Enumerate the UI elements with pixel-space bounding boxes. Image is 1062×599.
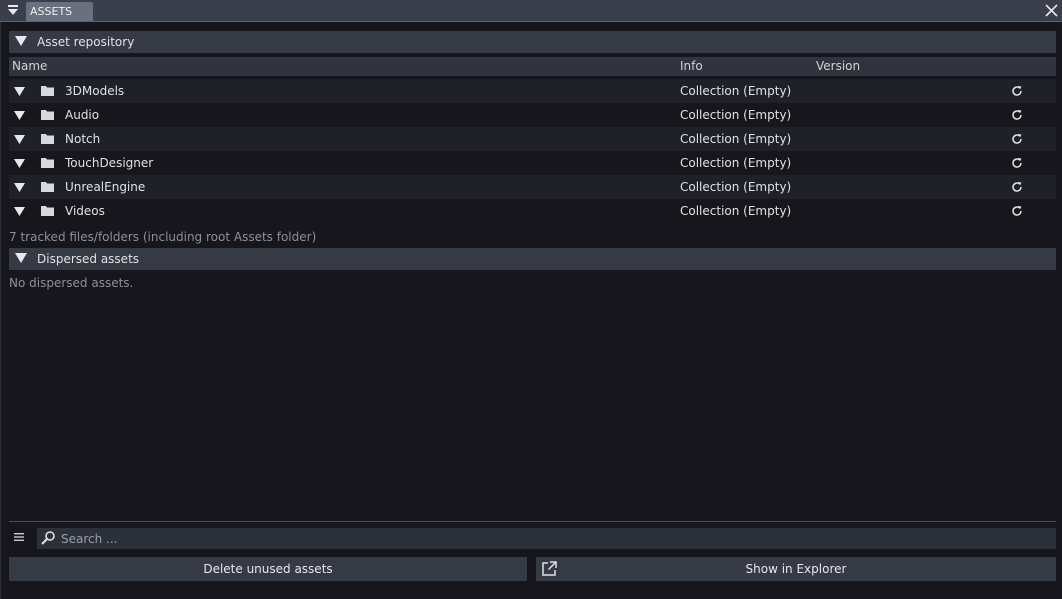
tracked-count: 7 tracked files/folders (including root … [9, 230, 317, 244]
folder-icon [41, 86, 54, 96]
refresh-icon[interactable] [1011, 181, 1023, 193]
expand-triangle-icon[interactable] [14, 183, 25, 192]
refresh-icon[interactable] [1011, 133, 1023, 145]
dispersed-empty-text: No dispersed assets. [9, 276, 134, 290]
expand-triangle-icon[interactable] [14, 135, 25, 144]
expand-triangle-icon[interactable] [14, 87, 25, 96]
asset-name: Notch [65, 132, 101, 146]
search-input[interactable] [61, 528, 1051, 549]
bottom-divider [9, 521, 1056, 522]
delete-unused-assets-button[interactable]: Delete unused assets [9, 557, 527, 581]
panel-titlebar [0, 0, 1062, 21]
search-bar[interactable] [37, 528, 1056, 549]
refresh-icon[interactable] [1011, 205, 1023, 217]
expand-triangle-icon[interactable] [14, 159, 25, 168]
asset-info: Collection (Empty) [680, 156, 792, 170]
folder-icon [41, 182, 54, 192]
refresh-icon[interactable] [1011, 109, 1023, 121]
dispersed-assets-header[interactable]: Dispersed assets [9, 248, 1056, 270]
folder-icon [41, 110, 54, 120]
asset-info: Collection (Empty) [680, 108, 792, 122]
collapse-triangle-icon [15, 36, 27, 46]
section-title: Dispersed assets [37, 252, 140, 266]
refresh-icon[interactable] [1011, 157, 1023, 169]
panel-menu-icon[interactable] [6, 3, 20, 17]
section-title: Asset repository [37, 35, 135, 49]
folder-icon [41, 134, 54, 144]
expand-triangle-icon[interactable] [14, 207, 25, 216]
collapse-triangle-icon [15, 253, 27, 263]
folder-icon [41, 206, 54, 216]
list-item[interactable]: UnrealEngine Collection (Empty) [9, 175, 1056, 199]
asset-info: Collection (Empty) [680, 180, 792, 194]
column-info[interactable]: Info [680, 57, 703, 76]
panel-frame [0, 22, 1, 599]
list-item[interactable]: Notch Collection (Empty) [9, 127, 1056, 151]
list-item[interactable]: Audio Collection (Empty) [9, 103, 1056, 127]
table-header: Name Info Version [9, 57, 1056, 76]
show-in-explorer-label: Show in Explorer [745, 562, 847, 576]
asset-name: UnrealEngine [65, 180, 146, 194]
asset-name: 3DModels [65, 84, 125, 98]
asset-name: Audio [65, 108, 100, 122]
titlebar-divider [0, 21, 1062, 22]
show-in-explorer-button[interactable]: Show in Explorer [536, 557, 1056, 581]
asset-name: Videos [65, 204, 105, 218]
menu-icon[interactable] [13, 531, 25, 543]
asset-info: Collection (Empty) [680, 204, 792, 218]
tab-assets[interactable]: ASSETS [26, 2, 93, 21]
list-item[interactable]: TouchDesigner Collection (Empty) [9, 151, 1056, 175]
folder-icon [41, 158, 54, 168]
external-link-icon [542, 561, 557, 576]
asset-repository-header[interactable]: Asset repository [9, 31, 1056, 53]
list-item[interactable]: 3DModels Collection (Empty) [9, 79, 1056, 103]
asset-info: Collection (Empty) [680, 132, 792, 146]
asset-info: Collection (Empty) [680, 84, 792, 98]
refresh-icon[interactable] [1011, 85, 1023, 97]
close-icon[interactable] [1044, 3, 1059, 18]
column-name[interactable]: Name [12, 57, 47, 76]
asset-name: TouchDesigner [65, 156, 154, 170]
list-item[interactable]: Videos Collection (Empty) [9, 199, 1056, 223]
column-version[interactable]: Version [816, 57, 860, 76]
expand-triangle-icon[interactable] [14, 111, 25, 120]
search-icon [41, 531, 55, 545]
